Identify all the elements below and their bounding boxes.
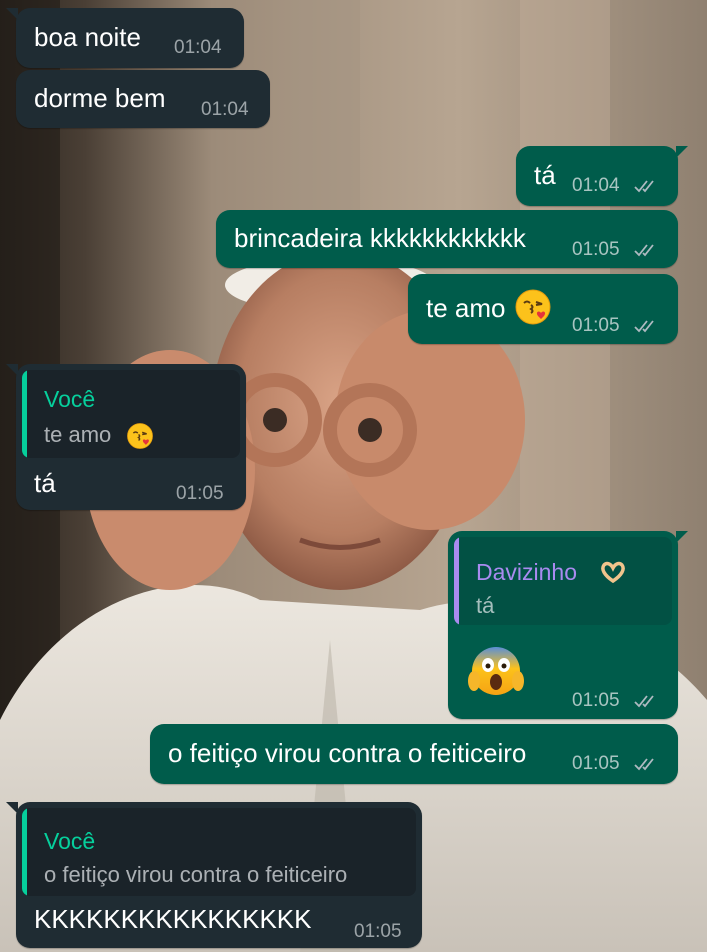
message-time: 01:05 [572, 753, 620, 774]
message-bubble-incoming-reply[interactable]: Você te amo tá 01:05 [6, 364, 246, 510]
double-check-icon [634, 756, 660, 772]
message-text-content: te amo [426, 293, 506, 323]
quote-text: te amo [44, 422, 112, 447]
quote-author: Davizinho [476, 559, 577, 585]
message-time: 01:05 [572, 315, 620, 336]
message-bubble-outgoing[interactable]: brincadeira kkkkkkkkkkkk 01:05 [216, 210, 678, 268]
message-text: tá [34, 468, 56, 498]
message-time: 01:04 [572, 175, 620, 196]
double-check-icon [634, 318, 660, 334]
message-bubble-outgoing[interactable]: o feitiço virou contra o feiticeiro 01:0… [150, 724, 678, 784]
quote-text: o feitiço virou contra o feiticeiro [44, 862, 348, 887]
quote-author: Você [44, 828, 96, 854]
quote-accent-bar [22, 370, 27, 458]
message-time: 01:05 [354, 921, 402, 942]
message-bubble-incoming[interactable]: dorme bem 01:04 [16, 70, 270, 128]
kissing-heart-face-icon [126, 422, 154, 450]
double-check-icon [634, 178, 660, 194]
message-text: KKKKKKKKKKKKKKKK [34, 904, 312, 934]
message-text: boa noite [34, 22, 141, 52]
message-bubble-incoming-reply[interactable]: Você o feitiço virou contra o feiticeiro… [6, 802, 422, 948]
message-time: 01:05 [572, 239, 620, 260]
message-text: o feitiço virou contra o feiticeiro [168, 738, 527, 768]
message-time: 01:04 [201, 99, 249, 120]
kissing-heart-face-icon [514, 288, 552, 326]
message-bubble-incoming[interactable]: boa noite 01:04 [6, 8, 244, 68]
quoted-message[interactable]: Você te amo [22, 370, 240, 458]
quote-accent-bar [454, 537, 459, 625]
screaming-face-icon [466, 641, 526, 701]
double-check-icon [634, 693, 660, 709]
message-bubble-outgoing[interactable]: tá 01:04 [516, 146, 688, 206]
double-check-icon [634, 242, 660, 258]
message-time: 01:05 [176, 483, 224, 504]
heart-hands-icon [600, 561, 626, 584]
message-bubble-outgoing-reply[interactable]: Davizinho tá 01:05 [448, 531, 688, 719]
quote-author: Você [44, 386, 96, 412]
message-text: tá [534, 160, 556, 190]
message-time: 01:04 [174, 37, 222, 58]
message-bubble-outgoing[interactable]: te amo 01:05 [408, 274, 678, 344]
quoted-message[interactable]: Você o feitiço virou contra o feiticeiro [22, 808, 416, 896]
message-text: dorme bem [34, 83, 166, 113]
message-time: 01:05 [572, 690, 620, 711]
quoted-message[interactable]: Davizinho tá [454, 537, 672, 625]
message-text: te amo [426, 293, 506, 323]
quote-text: tá [476, 593, 495, 618]
quote-accent-bar [22, 808, 27, 896]
message-text: brincadeira kkkkkkkkkkkk [234, 223, 526, 253]
